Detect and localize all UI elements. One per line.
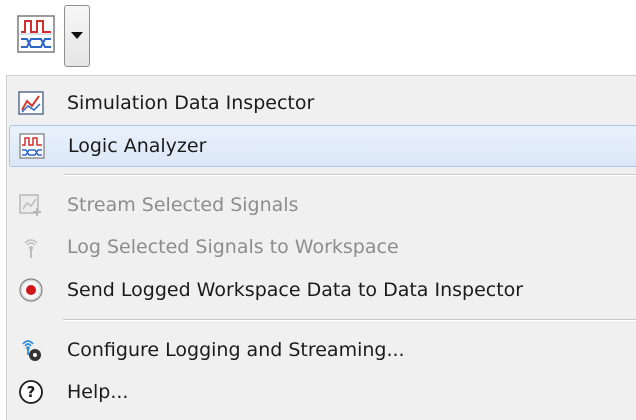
menu-separator	[63, 319, 636, 321]
log-signals-icon	[14, 230, 48, 264]
menu-item-configure-logging[interactable]: Configure Logging and Streaming...	[9, 329, 636, 371]
logic-analyzer-icon	[17, 15, 55, 53]
menu-item-label: Stream Selected Signals	[67, 194, 299, 216]
menu-item-simulation-data-inspector[interactable]: Simulation Data Inspector	[9, 82, 636, 124]
menu-item-label: Simulation Data Inspector	[67, 92, 315, 114]
help-icon: ?	[14, 375, 48, 409]
record-icon	[14, 273, 48, 307]
menu-item-label: Help...	[67, 381, 129, 403]
menu-separator	[63, 174, 636, 176]
dropdown-menu: Simulation Data Inspector Logic Analyzer…	[6, 75, 636, 420]
menu-item-label: Log Selected Signals to Workspace	[67, 236, 399, 258]
data-inspector-icon	[14, 86, 48, 120]
menu-item-logic-analyzer[interactable]: Logic Analyzer	[9, 125, 636, 167]
logic-analyzer-icon	[15, 129, 49, 163]
logic-analyzer-button[interactable]	[10, 5, 62, 63]
menu-item-help[interactable]: ? Help...	[9, 371, 636, 413]
menu-item-stream-selected-signals[interactable]: Stream Selected Signals	[9, 184, 636, 226]
menu-item-label: Send Logged Workspace Data to Data Inspe…	[67, 279, 524, 301]
menu-item-label: Configure Logging and Streaming...	[67, 339, 405, 361]
svg-text:?: ?	[27, 383, 36, 401]
menu-item-label: Logic Analyzer	[68, 135, 207, 157]
caret-down-icon	[71, 32, 83, 39]
configure-logging-icon	[14, 333, 48, 367]
stream-signals-icon	[14, 188, 48, 222]
menu-item-send-logged-data[interactable]: Send Logged Workspace Data to Data Inspe…	[9, 269, 636, 311]
toolbar	[0, 0, 636, 76]
dropdown-button[interactable]	[64, 5, 90, 67]
menu-item-log-selected-signals[interactable]: Log Selected Signals to Workspace	[9, 226, 636, 268]
